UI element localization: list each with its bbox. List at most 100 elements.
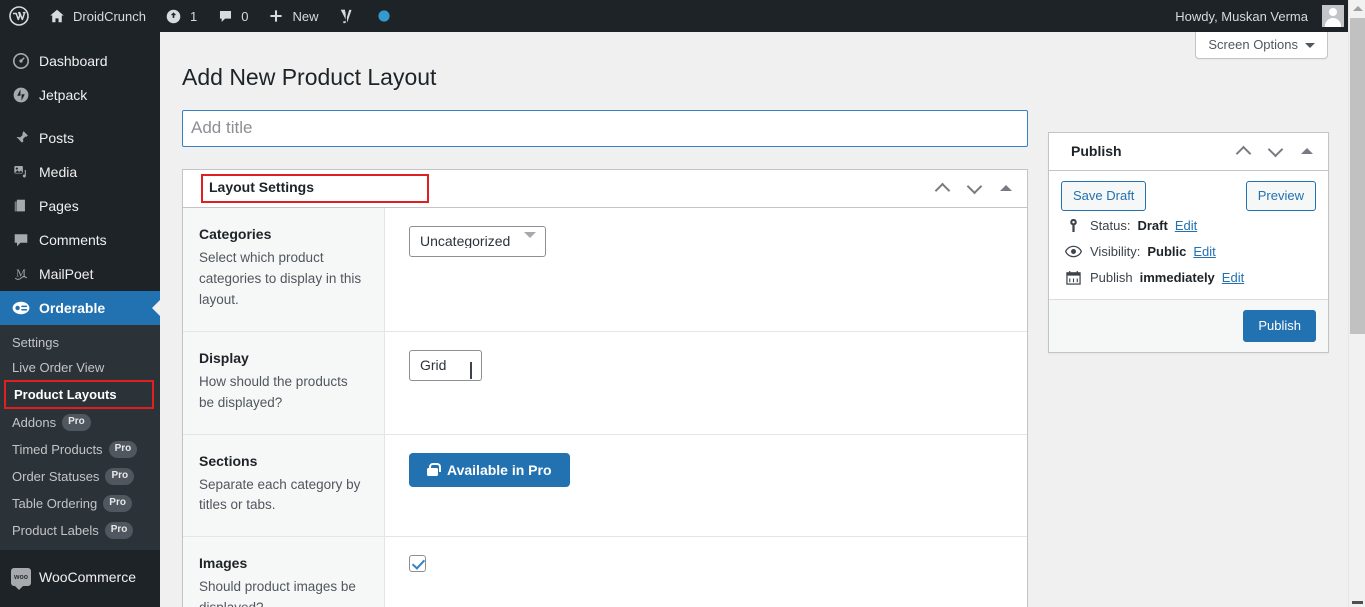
images-checkbox[interactable] — [409, 555, 426, 573]
page-scrollbar[interactable] — [1348, 0, 1365, 607]
wp-logo-menu[interactable] — [0, 0, 38, 32]
publish-footer: Publish — [1049, 298, 1328, 352]
setting-title: Sections — [199, 452, 258, 469]
jetpack-status-icon — [374, 6, 394, 26]
layout-settings-heading-text: Layout Settings — [201, 174, 429, 203]
screen-meta-links: Screen Options — [1195, 32, 1328, 59]
woocommerce-icon: woo — [11, 567, 31, 590]
submenu-label: Order Statuses — [12, 469, 100, 484]
orderable-icon — [11, 298, 31, 318]
layout-settings-header: Layout Settings — [183, 170, 1027, 208]
sidebar-item-media[interactable]: Media — [0, 155, 160, 189]
screen-options-button[interactable]: Screen Options — [1195, 32, 1328, 59]
sidebar-item-product-labels[interactable]: Product Labels Pro — [0, 517, 160, 544]
publish-heading: Publish — [1071, 142, 1122, 159]
scrollbar-thumb[interactable] — [1350, 18, 1365, 334]
available-in-pro-button[interactable]: Available in Pro — [409, 452, 570, 487]
my-account-menu[interactable]: Howdy, Muskan Verma — [1166, 0, 1348, 32]
publish-date-value: immediately — [1139, 269, 1215, 285]
title-input[interactable] — [182, 109, 1028, 147]
setting-title: Display — [199, 349, 249, 366]
sidebar-item-addons[interactable]: Addons Pro — [0, 409, 160, 436]
layout-settings-heading: Layout Settings — [195, 166, 439, 211]
categories-select-wrap: Uncategorized — [409, 225, 546, 257]
sidebar-item-label: Orderable — [39, 300, 106, 316]
save-draft-button[interactable]: Save Draft — [1061, 180, 1147, 211]
display-select[interactable]: Grid — [409, 349, 482, 381]
lock-icon — [427, 463, 441, 476]
status-edit-link[interactable]: Edit — [1175, 218, 1197, 233]
submenu-label: Product Layouts — [14, 387, 117, 402]
content-area: Screen Options Add New Product Layout La… — [160, 32, 1348, 607]
publish-header: Publish — [1049, 133, 1328, 171]
sidebar-item-product-layouts[interactable]: Product Layouts — [4, 380, 154, 409]
sidebar-item-dashboard[interactable]: Dashboard — [0, 44, 160, 78]
sidebar-item-live-order-view[interactable]: Live Order View — [0, 355, 160, 380]
sidebar-item-posts[interactable]: Posts — [0, 121, 160, 155]
calendar-icon — [1063, 270, 1083, 285]
jetpack-status-menu[interactable] — [365, 0, 403, 32]
status-label: Status: — [1090, 217, 1131, 233]
sidebar-item-timed-products[interactable]: Timed Products Pro — [0, 436, 160, 463]
publish-body: Save Draft Preview Status: Draft Edit Vi… — [1049, 171, 1328, 299]
comments-menu[interactable]: 0 — [206, 0, 257, 32]
toggle-panel-icon[interactable] — [1292, 134, 1322, 168]
yoast-seo-icon — [336, 6, 356, 26]
new-content-menu[interactable]: New — [257, 0, 327, 32]
yoast-seo-menu[interactable] — [327, 0, 365, 32]
pro-badge: Pro — [105, 468, 135, 485]
setting-row-categories: Categories Select which product categori… — [183, 207, 1027, 332]
preview-button[interactable]: Preview — [1245, 180, 1316, 211]
jetpack-icon — [11, 85, 31, 105]
publish-button[interactable]: Publish — [1243, 309, 1316, 342]
setting-label: Categories Select which product categori… — [183, 207, 385, 331]
publish-date-row: Publish immediately Edit — [1061, 263, 1316, 289]
toggle-panel-icon[interactable] — [991, 171, 1021, 205]
publish-date-edit-link[interactable]: Edit — [1222, 270, 1244, 285]
sidebar-item-label: WooCommerce — [39, 569, 136, 585]
visibility-label: Visibility: — [1090, 243, 1141, 259]
sidebar-item-mailpoet[interactable]: M MailPoet — [0, 257, 160, 291]
sidebar-item-table-ordering[interactable]: Table Ordering Pro — [0, 490, 160, 517]
avatar — [1322, 5, 1344, 27]
pages-icon — [11, 196, 31, 216]
available-in-pro-label: Available in Pro — [447, 461, 552, 478]
setting-title: Categories — [199, 225, 272, 242]
updates-menu[interactable]: 1 — [155, 0, 206, 32]
comments-count: 0 — [241, 8, 249, 24]
move-down-icon[interactable] — [1260, 134, 1290, 168]
post-body-content: Layout Settings Categories Select which … — [182, 109, 1028, 607]
setting-row-images: Images Should product images be displaye… — [183, 537, 1027, 607]
sidebar-item-comments[interactable]: Comments — [0, 223, 160, 257]
visibility-row: Visibility: Public Edit — [1061, 237, 1316, 263]
comment-bubble-icon — [215, 6, 235, 26]
setting-field — [385, 537, 1027, 607]
sidebar-item-pages[interactable]: Pages — [0, 189, 160, 223]
status-row: Status: Draft Edit — [1061, 211, 1316, 237]
visibility-edit-link[interactable]: Edit — [1193, 244, 1215, 259]
sidebar-item-orderable[interactable]: Orderable — [0, 291, 160, 325]
setting-label: Images Should product images be displaye… — [183, 537, 385, 607]
scroll-up-arrow-icon[interactable] — [1349, 0, 1365, 17]
setting-field: Uncategorized — [385, 208, 1027, 331]
move-up-icon[interactable] — [927, 171, 957, 205]
scroll-down-arrow-icon[interactable] — [1349, 590, 1365, 607]
sidebar-item-settings[interactable]: Settings — [0, 330, 160, 355]
sidebar-column: Publish Save Draft Preview Status: Draft… — [1048, 110, 1329, 353]
site-name-menu[interactable]: DroidCrunch — [38, 0, 155, 32]
sidebar-separator — [0, 112, 160, 121]
title-field-wrap — [182, 109, 1028, 147]
publish-panel: Publish Save Draft Preview Status: Draft… — [1048, 131, 1329, 353]
dashboard-icon — [11, 51, 31, 71]
sidebar-item-label: MailPoet — [39, 266, 94, 282]
move-down-icon[interactable] — [959, 171, 989, 205]
setting-description: Should product images be displayed? — [199, 579, 356, 607]
sidebar-item-woocommerce[interactable]: woo WooCommerce — [0, 560, 160, 594]
categories-select[interactable]: Uncategorized — [409, 225, 546, 257]
page-title: Add New Product Layout — [182, 64, 437, 90]
setting-title: Images — [199, 555, 248, 572]
sidebar-item-label: Posts — [39, 130, 75, 146]
sidebar-item-jetpack[interactable]: Jetpack — [0, 78, 160, 112]
sidebar-item-order-statuses[interactable]: Order Statuses Pro — [0, 463, 160, 490]
move-up-icon[interactable] — [1228, 134, 1258, 168]
